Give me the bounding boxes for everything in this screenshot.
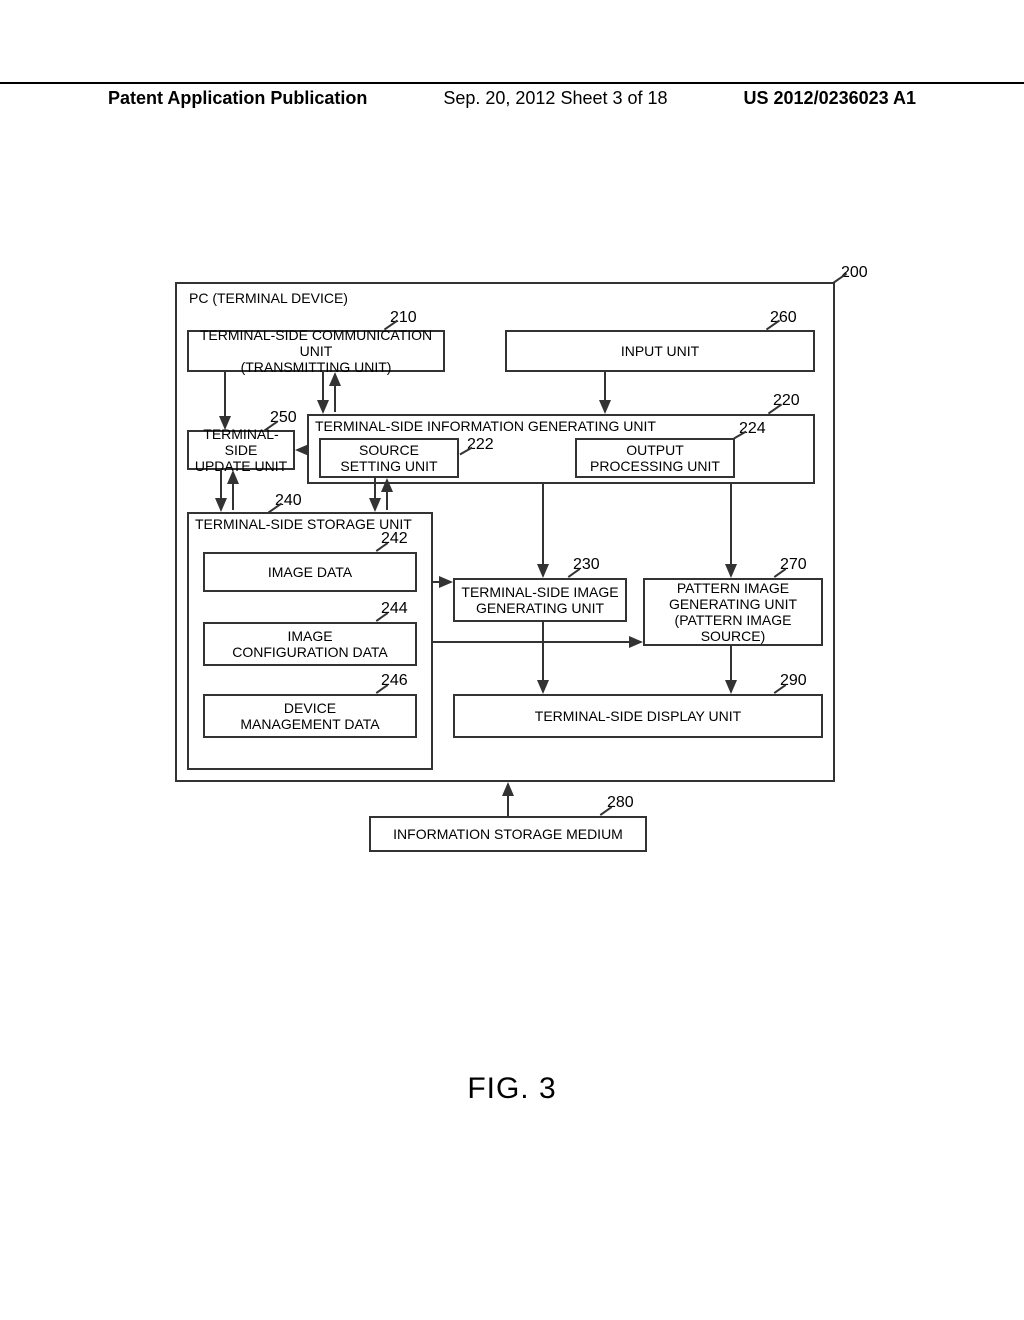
box-290: TERMINAL-SIDE DISPLAY UNIT — [453, 694, 823, 738]
box-210: TERMINAL-SIDE COMMUNICATION UNIT (TRANSM… — [187, 330, 445, 372]
label-260: INPUT UNIT — [621, 343, 699, 359]
box-270: PATTERN IMAGE GENERATING UNIT (PATTERN I… — [643, 578, 823, 646]
box-230: TERMINAL-SIDE IMAGE GENERATING UNIT — [453, 578, 627, 622]
box-244: IMAGE CONFIGURATION DATA — [203, 622, 417, 666]
box-222: SOURCE SETTING UNIT — [319, 438, 459, 478]
figure-caption: FIG. 3 — [0, 1072, 1024, 1106]
header-right: US 2012/0236023 A1 — [744, 88, 916, 109]
label-230: TERMINAL-SIDE IMAGE GENERATING UNIT — [461, 584, 618, 616]
page: Patent Application Publication Sep. 20, … — [0, 0, 1024, 1320]
diagram: 200 PC (TERMINAL DEVICE) TERMINAL-SIDE C… — [175, 282, 835, 858]
header-left: Patent Application Publication — [108, 88, 367, 109]
label-outer: PC (TERMINAL DEVICE) — [189, 290, 348, 306]
ref-222: 222 — [467, 436, 494, 454]
ref-210: 210 — [390, 309, 417, 327]
label-250: TERMINAL-SIDE UPDATE UNIT — [193, 426, 289, 474]
label-224: OUTPUT PROCESSING UNIT — [590, 442, 720, 474]
label-210: TERMINAL-SIDE COMMUNICATION UNIT (TRANSM… — [193, 327, 439, 375]
page-header: Patent Application Publication Sep. 20, … — [0, 82, 1024, 109]
box-280: INFORMATION STORAGE MEDIUM — [369, 816, 647, 852]
label-220: TERMINAL-SIDE INFORMATION GENERATING UNI… — [315, 418, 656, 434]
box-260: INPUT UNIT — [505, 330, 815, 372]
box-242: IMAGE DATA — [203, 552, 417, 592]
box-250: TERMINAL-SIDE UPDATE UNIT — [187, 430, 295, 470]
label-270: PATTERN IMAGE GENERATING UNIT (PATTERN I… — [649, 580, 817, 644]
label-222: SOURCE SETTING UNIT — [340, 442, 437, 474]
ref-224: 224 — [739, 420, 766, 438]
ref-240: 240 — [275, 492, 302, 510]
box-246: DEVICE MANAGEMENT DATA — [203, 694, 417, 738]
label-244: IMAGE CONFIGURATION DATA — [232, 628, 388, 660]
header-middle: Sep. 20, 2012 Sheet 3 of 18 — [443, 88, 667, 109]
ref-280: 280 — [607, 794, 634, 812]
label-290: TERMINAL-SIDE DISPLAY UNIT — [535, 708, 741, 724]
label-240: TERMINAL-SIDE STORAGE UNIT — [195, 516, 412, 532]
box-224: OUTPUT PROCESSING UNIT — [575, 438, 735, 478]
label-280: INFORMATION STORAGE MEDIUM — [393, 826, 623, 842]
label-246: DEVICE MANAGEMENT DATA — [240, 700, 379, 732]
label-242: IMAGE DATA — [268, 564, 352, 580]
